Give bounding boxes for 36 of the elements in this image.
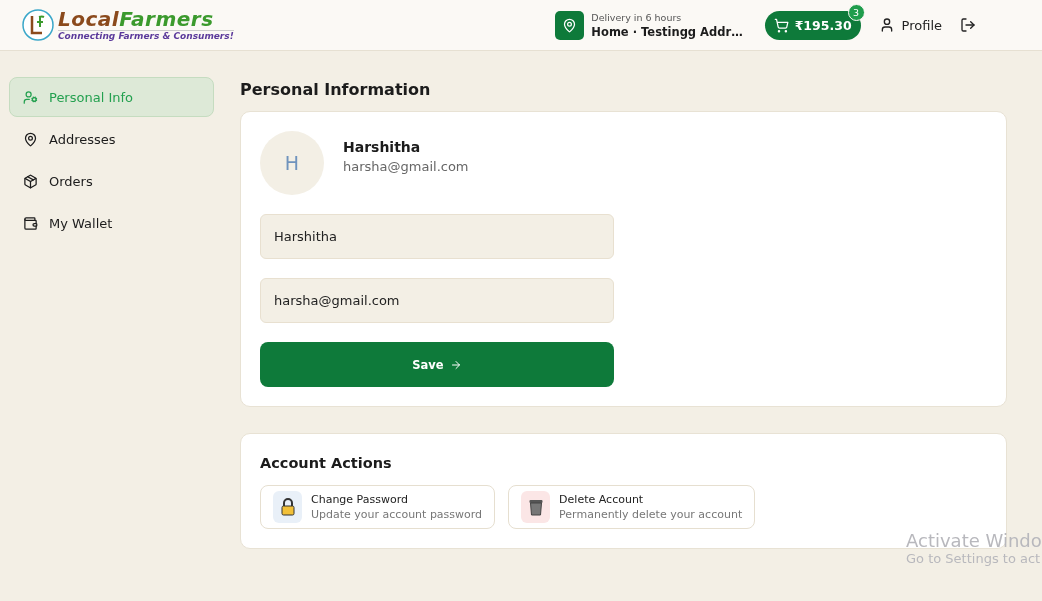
arrow-right-icon: [449, 358, 462, 371]
save-button[interactable]: Save: [260, 342, 614, 387]
location-pin-icon[interactable]: [555, 10, 585, 40]
delivery-address[interactable]: Home · Testingg Addr…: [591, 24, 743, 39]
sidebar-item[interactable]: My Wallet: [9, 203, 214, 243]
account-action-button[interactable]: Delete Account Permanently delete your account: [508, 485, 756, 529]
sidebar-item[interactable]: Addresses: [9, 119, 214, 159]
activation-notice-title: Activate Windo: [906, 530, 1042, 551]
cart-icon: [773, 17, 789, 33]
logo-tagline: Connecting Farmers & Consumers!: [58, 30, 234, 41]
page-title: Personal Information: [240, 80, 432, 99]
package-icon: [23, 173, 38, 189]
logo-icon: [22, 9, 54, 41]
avatar: H: [260, 131, 324, 195]
action-description: Permanently delete your account: [559, 508, 743, 521]
activation-notice-text: Go to Settings to act: [906, 551, 1042, 566]
action-description: Update your account password: [311, 508, 483, 521]
wallet-icon: [23, 215, 38, 231]
account-action-button[interactable]: Change Password Update your account password: [260, 485, 496, 529]
profile-button[interactable]: Profile: [878, 17, 942, 33]
sidebar-item[interactable]: Orders: [9, 161, 214, 201]
logo-title: LocalFarmers: [58, 9, 215, 30]
cart-count-badge: 3: [847, 3, 865, 21]
user-icon: [23, 89, 38, 105]
input-field[interactable]: Harshitha: [260, 214, 614, 259]
delivery-time: Delivery in 6 hours: [591, 11, 683, 23]
lock-icon: [273, 491, 302, 523]
action-title: Change Password: [311, 493, 409, 506]
trash-icon: [521, 491, 551, 523]
section-title: Account Actions: [260, 455, 393, 471]
logout-icon[interactable]: [960, 17, 976, 33]
location-pin-icon: [23, 131, 38, 147]
action-title: Delete Account: [559, 493, 645, 506]
user-name: Harshitha: [343, 138, 422, 155]
input-field[interactable]: harsha@gmail.com: [260, 278, 614, 323]
user-email: harsha@gmail.com: [343, 158, 469, 174]
